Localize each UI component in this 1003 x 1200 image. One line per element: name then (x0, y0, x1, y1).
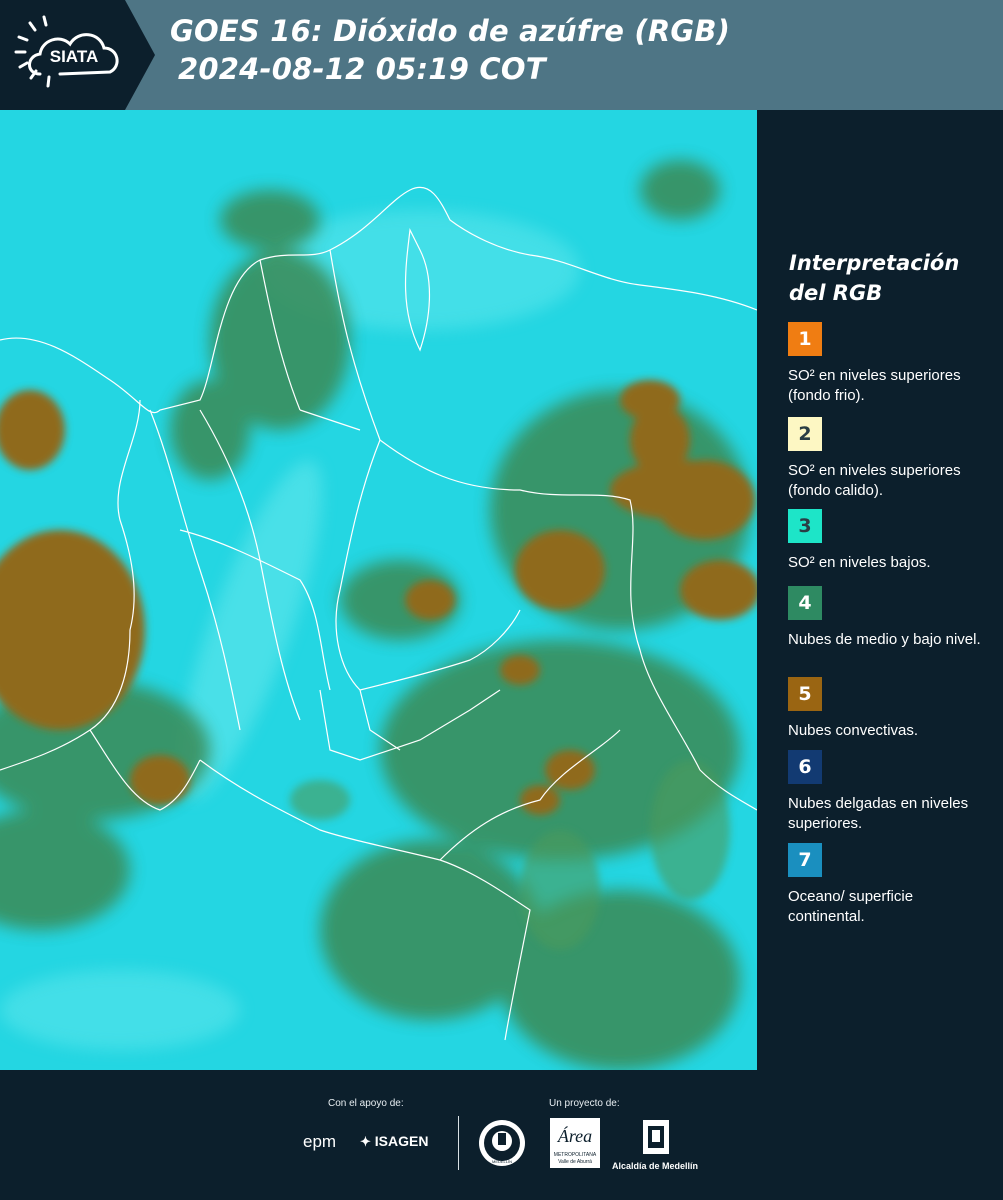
legend-swatch: 4 (788, 586, 822, 620)
legend-title-line1: Interpretación (789, 251, 960, 275)
support-label: Con el apoyo de: (328, 1098, 404, 1109)
legend-title: Interpretación del RGB (789, 248, 959, 308)
isagen-text: ISAGEN (374, 1133, 429, 1149)
header-bar: SIATA GOES 16: Dióxido de azúfre (RGB) 2… (0, 0, 1003, 110)
legend-label: SO² en niveles superiores (fondo calido)… (788, 462, 961, 499)
svg-text:Área: Área (557, 1125, 592, 1146)
legend-swatch: 3 (788, 509, 822, 543)
project-label: Un proyecto de: (549, 1098, 620, 1109)
legend-item-7: 7 Oceano/ superficie continental. (788, 843, 993, 927)
title-timestamp: 2024-08-12 05:19 COT (178, 52, 546, 86)
legend-swatch: 1 (788, 322, 822, 356)
epm-logo: epm (303, 1132, 337, 1151)
footer-divider (458, 1116, 459, 1170)
page-title: GOES 16: Dióxido de azúfre (RGB) 2024-08… (170, 12, 730, 88)
legend-item-6: 6 Nubes delgadas en niveles superiores. (788, 750, 993, 834)
legend-label: Nubes convectivas. (788, 722, 919, 739)
legend-item-4: 4 Nubes de medio y bajo nivel. (788, 586, 993, 650)
legend-swatch: 2 (788, 417, 822, 451)
satellite-map (0, 110, 757, 1070)
alcaldia-crest-icon (641, 1118, 671, 1156)
svg-text:Valle de Aburrá: Valle de Aburrá (558, 1159, 592, 1165)
legend-label: SO² en niveles superiores (fondo frio). (788, 367, 961, 404)
legend-panel: Interpretación del RGB 1 SO² en niveles … (757, 110, 1003, 1070)
medellin-seal-icon: MEDELLÍN (478, 1119, 526, 1167)
legend-item-1: 1 SO² en niveles superiores (fondo frio)… (788, 322, 993, 406)
svg-text:METROPOLITANA: METROPOLITANA (554, 1152, 597, 1158)
legend-swatch: 6 (788, 750, 822, 784)
title-product: GOES 16: Dióxido de azúfre (RGB) (170, 14, 731, 48)
svg-text:SIATA: SIATA (50, 47, 98, 66)
legend-item-5: 5 Nubes convectivas. (788, 677, 993, 741)
area-metropolitana-logo: Área METROPOLITANA Valle de Aburrá (550, 1118, 600, 1168)
legend-label: Oceano/ superficie continental. (788, 888, 914, 925)
legend-title-line2: del RGB (789, 281, 883, 305)
siata-logo: SIATA (0, 0, 155, 110)
legend-swatch: 7 (788, 843, 822, 877)
isagen-mark-icon: ✦ (360, 1134, 371, 1149)
legend-label: SO² en niveles bajos. (788, 554, 931, 571)
legend-swatch: 5 (788, 677, 822, 711)
svg-text:MEDELLÍN: MEDELLÍN (492, 1159, 512, 1164)
legend-label: Nubes de medio y bajo nivel. (788, 631, 981, 648)
alcaldia-label: Alcaldía de Medellín (612, 1161, 699, 1171)
isagen-logo: ✦ ISAGEN (360, 1133, 428, 1150)
legend-label: Nubes delgadas en niveles superiores. (788, 795, 969, 832)
legend-item-2: 2 SO² en niveles superiores (fondo calid… (788, 417, 993, 501)
legend-item-3: 3 SO² en niveles bajos. (788, 509, 993, 573)
footer: Con el apoyo de: Un proyecto de: epm ✦ I… (0, 1070, 1003, 1200)
